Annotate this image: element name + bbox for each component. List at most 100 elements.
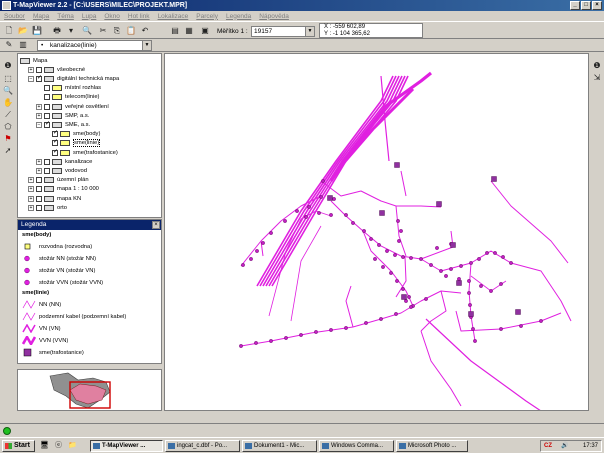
tree-node[interactable]: + mapa 1 : 10 000 [28,185,99,194]
menu-item-1[interactable]: Mapa [33,13,49,20]
layer-checkbox[interactable] [36,177,42,184]
scale-input[interactable]: 19157 ▼ [251,26,315,37]
maximize-button[interactable]: □ [581,1,591,10]
paste-icon[interactable]: 📋 [125,25,137,37]
new-file-icon[interactable]: 🗋 [3,25,15,37]
cut-icon[interactable]: ✂ [97,25,109,37]
map-canvas[interactable] [164,53,589,412]
table-icon[interactable]: ▦ [183,25,195,37]
menu-item-9[interactable]: Nápověda [259,13,289,20]
layer-checkbox[interactable] [52,148,58,156]
overview-map[interactable] [17,369,162,411]
copy-icon[interactable]: ⎘ [111,25,123,37]
app-icon[interactable] [2,1,11,10]
tree-node[interactable]: telecom(linie) [36,93,99,102]
info-icon[interactable]: ❶ [3,61,13,71]
layer-checkbox[interactable] [44,158,50,165]
expand-icon[interactable]: + [28,204,34,211]
taskbar-task[interactable]: ingcat_c.dbf - Po... [165,440,240,452]
layer-checkbox[interactable] [36,66,42,73]
tree-node[interactable]: + kanalizace [36,157,92,166]
pencil-icon[interactable]: ✎ [3,39,15,51]
tree-node[interactable]: − digitální technická mapa [28,74,119,83]
expand-icon[interactable]: + [28,195,34,202]
expand-icon[interactable]: + [36,167,42,174]
collapse-icon[interactable]: − [28,75,34,82]
measure-icon[interactable]: ⟋ [3,110,13,120]
menu-item-6[interactable]: Lokalizace [158,13,189,20]
explorer-icon[interactable]: 📁 [68,441,77,450]
expand-icon[interactable]: + [28,177,34,184]
tree-node[interactable]: − SME, a.s. [36,120,90,129]
taskbar-task[interactable]: T-MapViewer ... [90,440,163,452]
expand-icon[interactable]: + [28,66,34,73]
menu-item-3[interactable]: Lupa [82,13,96,20]
open-folder-icon[interactable]: 📂 [17,25,29,37]
layer-tree-icon[interactable]: ▥ [17,39,29,51]
layers-icon[interactable]: ▤ [169,25,181,37]
close-button[interactable]: × [592,1,602,10]
tree-node[interactable]: + orto [28,203,67,212]
zoom-icon[interactable]: 🔍 [3,86,13,96]
arrow-icon[interactable]: ➚ [3,146,13,156]
tree-node[interactable]: sme(body) [44,129,100,139]
tree-node[interactable]: + všeobecné [28,65,85,74]
legend-close-button[interactable]: × [152,221,160,229]
expand-icon[interactable]: + [36,158,42,165]
active-layer-select[interactable]: • kanalizace(linie) ▼ [37,40,152,51]
menu-item-4[interactable]: Okno [104,13,120,20]
layer-checkbox[interactable] [44,103,50,110]
tree-node[interactable]: + vodovod [36,166,87,175]
layer-checkbox[interactable] [52,138,58,147]
ie-icon[interactable]: ⓔ [54,441,63,450]
expand-icon[interactable]: + [36,112,42,119]
desktop-icon[interactable]: 🖥 [40,441,49,450]
menu-item-2[interactable]: Téma [57,13,74,20]
pan-hand-icon[interactable]: ✋ [3,98,13,108]
minimize-button[interactable]: _ [570,1,580,10]
tree-node[interactable]: + mapa KN [28,194,81,203]
layer-checkbox[interactable] [44,94,50,101]
legend-titlebar[interactable]: Legenda × [18,220,161,230]
taskbar-task[interactable]: Microsoft Photo ... [396,440,468,452]
layer-checkbox[interactable] [52,129,58,138]
layer-checkbox[interactable] [36,186,42,193]
expand-icon[interactable]: + [36,103,42,110]
chevron-down-icon[interactable]: ▼ [305,27,314,36]
menu-item-7[interactable]: Parcely [196,13,218,20]
layer-checkbox[interactable] [36,195,42,202]
start-button[interactable]: Start [2,440,35,452]
expand-icon[interactable]: + [28,186,34,193]
tree-node[interactable]: + veřejné osvětlení [36,102,109,111]
menu-item-8[interactable]: Legenda [226,13,251,20]
volume-icon[interactable]: 🔊 [561,441,568,451]
language-indicator[interactable]: CZ [544,441,552,451]
layer-checkbox[interactable] [44,120,50,128]
tree-node[interactable]: + územní plán [28,176,89,185]
collapse-icon[interactable]: − [36,121,42,128]
tree-node[interactable]: místní rozhlas [36,84,101,93]
print-icon[interactable]: 🖶 [51,25,63,37]
layer-checkbox[interactable] [36,74,42,82]
tree-node[interactable]: sme(trafostanice) [44,148,118,157]
chevron-down-icon[interactable]: ▼ [142,41,151,50]
print-dropdown-icon[interactable]: ▾ [65,25,77,37]
layer-checkbox[interactable] [44,112,50,119]
tree-node[interactable]: Mapa [20,56,48,65]
marker-icon[interactable]: ⚑ [3,134,13,144]
select-icon[interactable]: ⬚ [3,74,13,84]
menu-item-5[interactable]: Hot link [128,13,150,20]
polygon-icon[interactable]: ⬠ [3,122,13,132]
tree-node[interactable]: + SMP, a.s. [36,111,89,120]
bookmark-icon[interactable]: ▣ [199,25,211,37]
info-icon[interactable]: ❶ [592,61,602,71]
undo-icon[interactable]: ↶ [139,25,151,37]
taskbar-task[interactable]: Windows Comma... [319,440,394,452]
menu-item-0[interactable]: Soubor [4,13,25,20]
layer-checkbox[interactable] [36,204,42,211]
tree-node[interactable]: sme(linie) [44,138,101,148]
layer-checkbox[interactable] [44,85,50,92]
print-preview-icon[interactable]: 🔍 [81,25,93,37]
taskbar-task[interactable]: Dokument1 - Mic... [242,440,317,452]
layer-checkbox[interactable] [44,167,50,174]
